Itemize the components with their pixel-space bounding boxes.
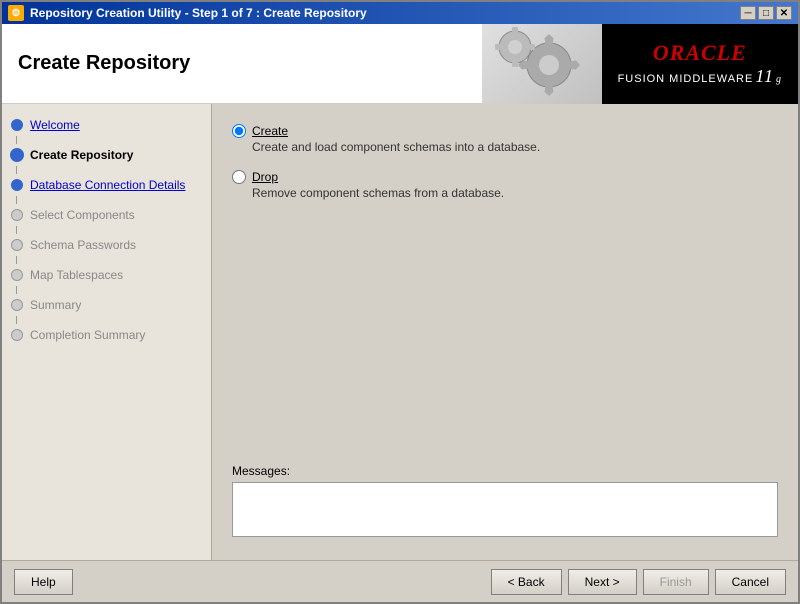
title-bar: ⚙ Repository Creation Utility - Step 1 o… (2, 2, 798, 24)
window-title: Repository Creation Utility - Step 1 of … (30, 6, 367, 20)
sidebar-label-map-tablespaces: Map Tablespaces (30, 268, 123, 282)
step-icon-database-connection (10, 178, 24, 192)
oracle-logo: ORACLE (653, 40, 747, 66)
oracle-subtitle: FUSION MIDDLEWARE 11g (618, 66, 782, 87)
sidebar-label-schema-passwords: Schema Passwords (30, 238, 136, 252)
messages-box[interactable] (232, 482, 778, 537)
step-circle-map-tablespaces (11, 269, 23, 281)
sidebar-label-summary: Summary (30, 298, 81, 312)
radio-create[interactable] (232, 124, 246, 138)
step-icon-schema-passwords (10, 238, 24, 252)
step-circle-create-repository (10, 148, 24, 162)
main-panel: Create Create and load component schemas… (212, 104, 798, 560)
maximize-button[interactable]: □ (758, 6, 774, 20)
radio-desc-create: Create and load component schemas into a… (252, 140, 778, 154)
step-circle-database-connection (11, 179, 23, 191)
connector-2 (16, 166, 17, 174)
connector-4 (16, 226, 17, 234)
messages-section: Messages: (232, 448, 778, 540)
step-circle-welcome (11, 119, 23, 131)
sidebar-item-summary: Summary (2, 294, 211, 316)
sidebar-label-completion-summary: Completion Summary (30, 328, 145, 342)
step-icon-summary (10, 298, 24, 312)
close-button[interactable]: ✕ (776, 6, 792, 20)
step-icon-map-tablespaces (10, 268, 24, 282)
oracle-version: 11 (755, 66, 774, 87)
radio-row-drop: Drop (232, 170, 778, 184)
radio-label-create[interactable]: Create (252, 124, 288, 138)
oracle-g: g (776, 74, 782, 85)
page-title: Create Repository (18, 52, 190, 75)
cancel-button[interactable]: Cancel (715, 569, 786, 595)
radio-desc-drop: Remove component schemas from a database… (252, 186, 778, 200)
connector-7 (16, 316, 17, 324)
minimize-button[interactable]: ─ (740, 6, 756, 20)
radio-group: Create Create and load component schemas… (232, 124, 778, 200)
sidebar-item-create-repository[interactable]: Create Repository (2, 144, 211, 166)
sidebar-item-completion-summary: Completion Summary (2, 324, 211, 346)
sidebar-item-schema-passwords: Schema Passwords (2, 234, 211, 256)
next-button[interactable]: Next > (568, 569, 637, 595)
sidebar: Welcome Create Repository Database Conne… (2, 104, 212, 560)
step-icon-create-repository (10, 148, 24, 162)
sidebar-item-map-tablespaces: Map Tablespaces (2, 264, 211, 286)
connector-1 (16, 136, 17, 144)
gears-decoration (482, 24, 602, 104)
radio-option-drop: Drop Remove component schemas from a dat… (232, 170, 778, 200)
step-circle-select-components (11, 209, 23, 221)
radio-drop[interactable] (232, 170, 246, 184)
main-window: ⚙ Repository Creation Utility - Step 1 o… (0, 0, 800, 604)
sidebar-label-database-connection[interactable]: Database Connection Details (30, 178, 185, 192)
bottom-bar: Help < Back Next > Finish Cancel (2, 560, 798, 602)
sidebar-label-select-components: Select Components (30, 208, 135, 222)
radio-option-create: Create Create and load component schemas… (232, 124, 778, 154)
header: Create Repository (2, 24, 798, 104)
step-icon-select-components (10, 208, 24, 222)
sidebar-item-database-connection[interactable]: Database Connection Details (2, 174, 211, 196)
connector-6 (16, 286, 17, 294)
step-circle-completion-summary (11, 329, 23, 341)
step-icon-completion-summary (10, 328, 24, 342)
step-circle-schema-passwords (11, 239, 23, 251)
connector-5 (16, 256, 17, 264)
messages-label: Messages: (232, 464, 778, 478)
content-area: Welcome Create Repository Database Conne… (2, 104, 798, 560)
finish-button[interactable]: Finish (643, 569, 709, 595)
step-icon-welcome (10, 118, 24, 132)
sidebar-item-select-components: Select Components (2, 204, 211, 226)
oracle-branding: ORACLE FUSION MIDDLEWARE 11g (602, 24, 798, 104)
sidebar-item-welcome[interactable]: Welcome (2, 114, 211, 136)
connector-3 (16, 196, 17, 204)
sidebar-label-create-repository: Create Repository (30, 148, 133, 162)
header-right: ORACLE FUSION MIDDLEWARE 11g (482, 24, 798, 104)
step-circle-summary (11, 299, 23, 311)
app-icon: ⚙ (8, 5, 24, 21)
title-bar-left: ⚙ Repository Creation Utility - Step 1 o… (8, 5, 367, 21)
help-button[interactable]: Help (14, 569, 73, 595)
radio-label-drop[interactable]: Drop (252, 170, 278, 184)
bottom-left: Help (14, 569, 73, 595)
title-buttons: ─ □ ✕ (740, 6, 792, 20)
sidebar-label-welcome[interactable]: Welcome (30, 118, 80, 132)
back-button[interactable]: < Back (491, 569, 562, 595)
bottom-right: < Back Next > Finish Cancel (491, 569, 786, 595)
oracle-subtitle-text: FUSION MIDDLEWARE (618, 73, 754, 85)
radio-row-create: Create (232, 124, 778, 138)
